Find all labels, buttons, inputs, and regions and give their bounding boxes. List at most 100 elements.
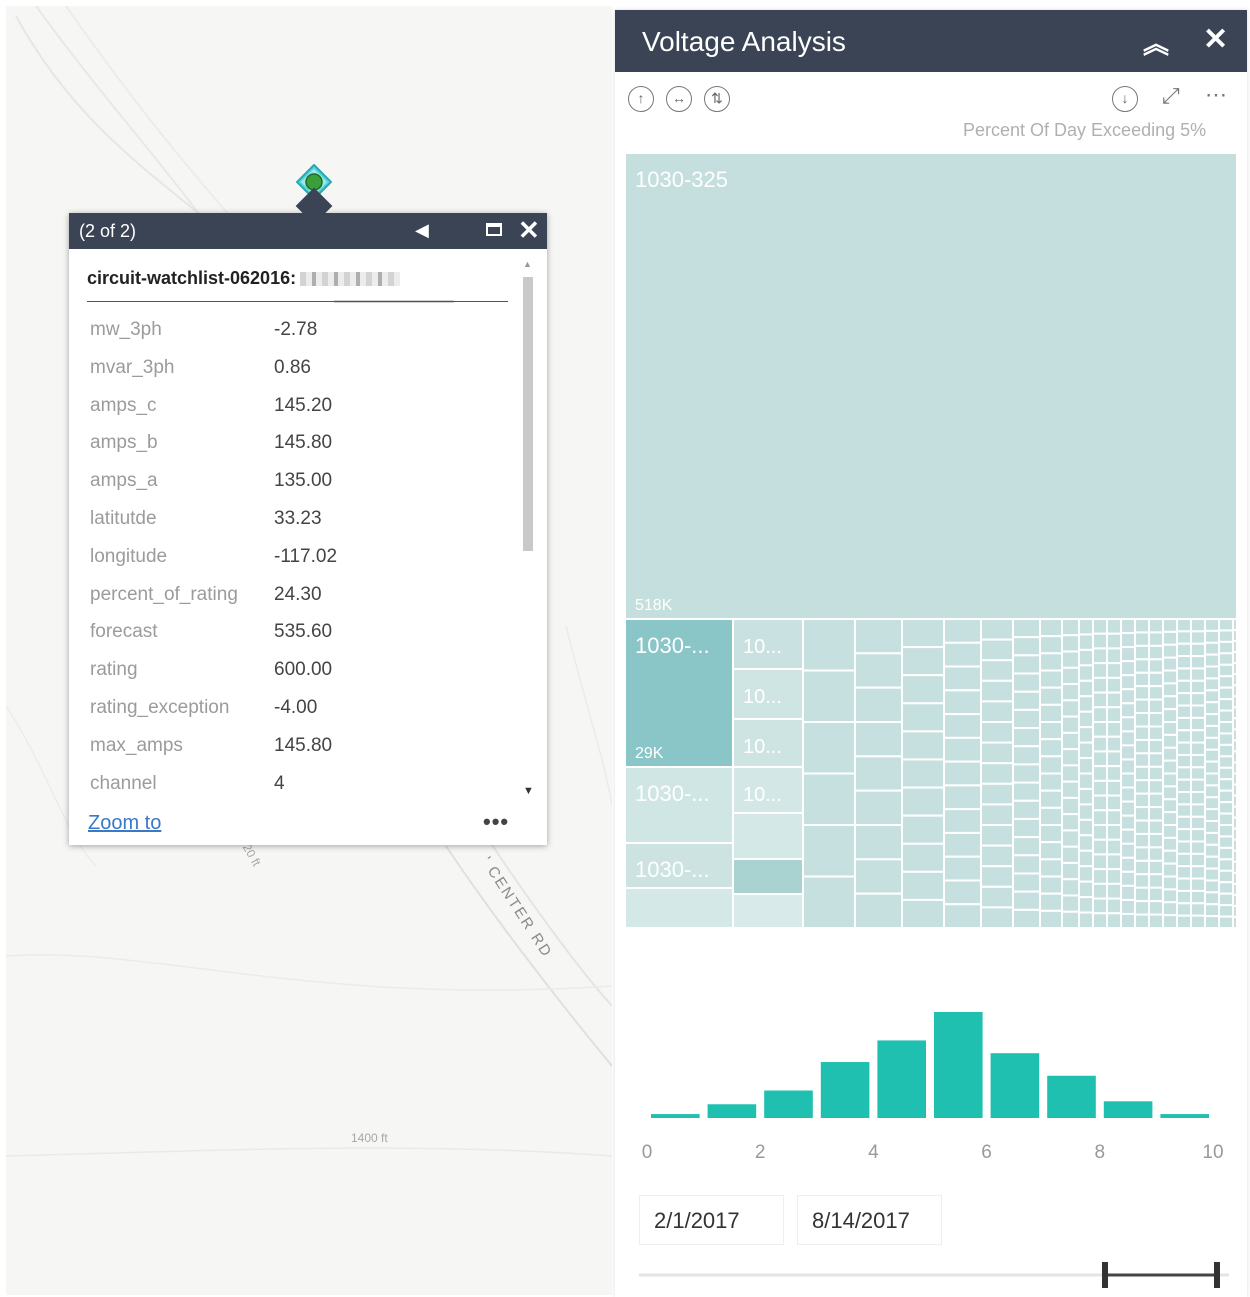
treemap-cell[interactable] [1204,867,1220,882]
more-actions-icon[interactable]: ••• [483,809,509,835]
treemap-cell[interactable] [1061,878,1080,897]
treemap-cell[interactable] [1106,632,1122,650]
treemap-cell[interactable] [1134,644,1150,661]
treemap-cell[interactable] [901,786,945,817]
treemap-cell[interactable] [1092,721,1108,738]
previous-feature-icon[interactable]: ◀ [415,220,429,241]
treemap-cell[interactable] [1092,824,1108,841]
treemap-cell[interactable] [1134,765,1150,782]
treemap-cell[interactable] [1176,828,1192,843]
treemap-cell[interactable] [1204,915,1220,928]
treemap-cell[interactable] [943,736,982,763]
treemap-cell[interactable] [1204,855,1220,870]
treemap-cell[interactable] [1120,618,1136,635]
treemap-cell[interactable] [1218,789,1234,804]
treemap-cell[interactable] [1061,829,1080,848]
treemap-cell[interactable] [1120,702,1136,719]
treemap-cell[interactable] [1232,871,1237,885]
treemap-cell[interactable] [1078,695,1094,713]
treemap-cell[interactable] [1204,748,1220,763]
treemap-cell[interactable] [854,618,903,655]
treemap-cell[interactable] [1162,669,1178,685]
treemap-cell[interactable] [943,665,982,692]
treemap-cell[interactable] [854,721,903,758]
treemap-cell[interactable] [1176,778,1192,794]
treemap-cell[interactable] [1176,840,1192,855]
treemap-cell[interactable] [1012,654,1041,675]
treemap-cell[interactable] [1039,738,1063,758]
treemap-cell[interactable] [1176,630,1192,645]
treemap-cell[interactable] [901,898,945,928]
treemap-cell[interactable] [1120,688,1136,705]
treemap-cell[interactable] [901,758,945,789]
treemap-cell[interactable] [1012,872,1041,893]
treemap-cell[interactable] [1012,781,1041,802]
treemap-cell[interactable] [1092,794,1108,812]
treemap-cell[interactable] [1039,652,1063,672]
treemap-cell[interactable] [1134,913,1150,928]
treemap-cell[interactable] [1176,642,1192,658]
treemap-cell[interactable] [1106,912,1122,928]
treemap-cell[interactable] [1162,746,1178,762]
treemap-cell[interactable] [1218,686,1234,701]
treemap-cell[interactable] [1162,721,1178,736]
treemap-cell[interactable] [1078,633,1094,651]
treemap-cell[interactable] [1148,618,1164,634]
treemap-cell[interactable] [1204,689,1220,704]
treemap-cell[interactable] [1012,908,1041,928]
treemap-cell[interactable] [901,674,945,705]
treemap-cell[interactable] [1190,716,1206,732]
treemap-cell[interactable] [1148,873,1164,889]
treemap-cell[interactable] [1148,685,1164,701]
treemap-cell[interactable] [625,153,1237,620]
treemap-cell[interactable] [1204,820,1220,834]
treemap-cell[interactable] [1120,772,1136,789]
treemap-cell[interactable] [1039,721,1063,741]
treemap-cell[interactable] [1190,766,1206,781]
treemap-cell[interactable] [1039,618,1063,638]
treemap-cell[interactable] [1106,691,1122,709]
treemap-cell[interactable] [1039,806,1063,826]
treemap-cell[interactable] [1061,894,1080,913]
treemap-cell[interactable] [1061,813,1080,832]
treemap-cell[interactable] [1204,760,1220,775]
treemap-cell[interactable] [1092,868,1108,885]
treemap-cell[interactable] [1232,794,1237,808]
treemap-cell[interactable] [1078,710,1094,729]
treemap-cell[interactable] [1176,815,1192,831]
treemap-cell[interactable] [802,772,856,826]
treemap-cell[interactable] [1148,658,1164,674]
treemap-cell[interactable] [1204,641,1220,656]
treemap-cell[interactable] [802,618,856,672]
treemap-cell[interactable] [1190,815,1206,831]
treemap-cell[interactable] [1232,816,1237,830]
treemap-cell[interactable] [1120,856,1136,873]
treemap-cell[interactable] [1204,808,1220,823]
treemap-cell[interactable] [802,824,856,878]
treemap-cell[interactable] [1162,824,1178,839]
treemap-cell[interactable] [1162,708,1178,723]
treemap-cell[interactable] [1078,880,1094,899]
treemap-cell[interactable] [1176,655,1192,670]
treemap-cell[interactable] [1176,679,1192,695]
treemap-cell[interactable] [1148,886,1164,903]
treemap-cell[interactable] [1232,750,1237,764]
treemap-cell[interactable] [1106,721,1122,738]
treemap-cell[interactable] [1078,787,1094,806]
treemap-cell[interactable] [1120,660,1136,677]
treemap-cell[interactable] [1218,618,1234,632]
zoom-to-link[interactable]: Zoom to [88,812,161,835]
treemap-cell[interactable] [1106,838,1122,856]
collapse-icon[interactable]: ︽ [1143,24,1169,61]
treemap-cell[interactable] [1106,794,1122,812]
treemap-cell[interactable] [1039,824,1063,844]
treemap-cell[interactable] [1162,772,1178,788]
treemap-cell[interactable] [1190,618,1206,633]
treemap-cell[interactable] [980,618,1014,641]
treemap-cell[interactable] [1218,675,1234,689]
treemap-cell[interactable] [1162,914,1178,928]
treemap-cell[interactable] [1039,875,1063,895]
treemap-cell[interactable] [1061,650,1080,669]
treemap-cell[interactable] [854,686,903,724]
treemap-cell[interactable] [1204,618,1220,632]
